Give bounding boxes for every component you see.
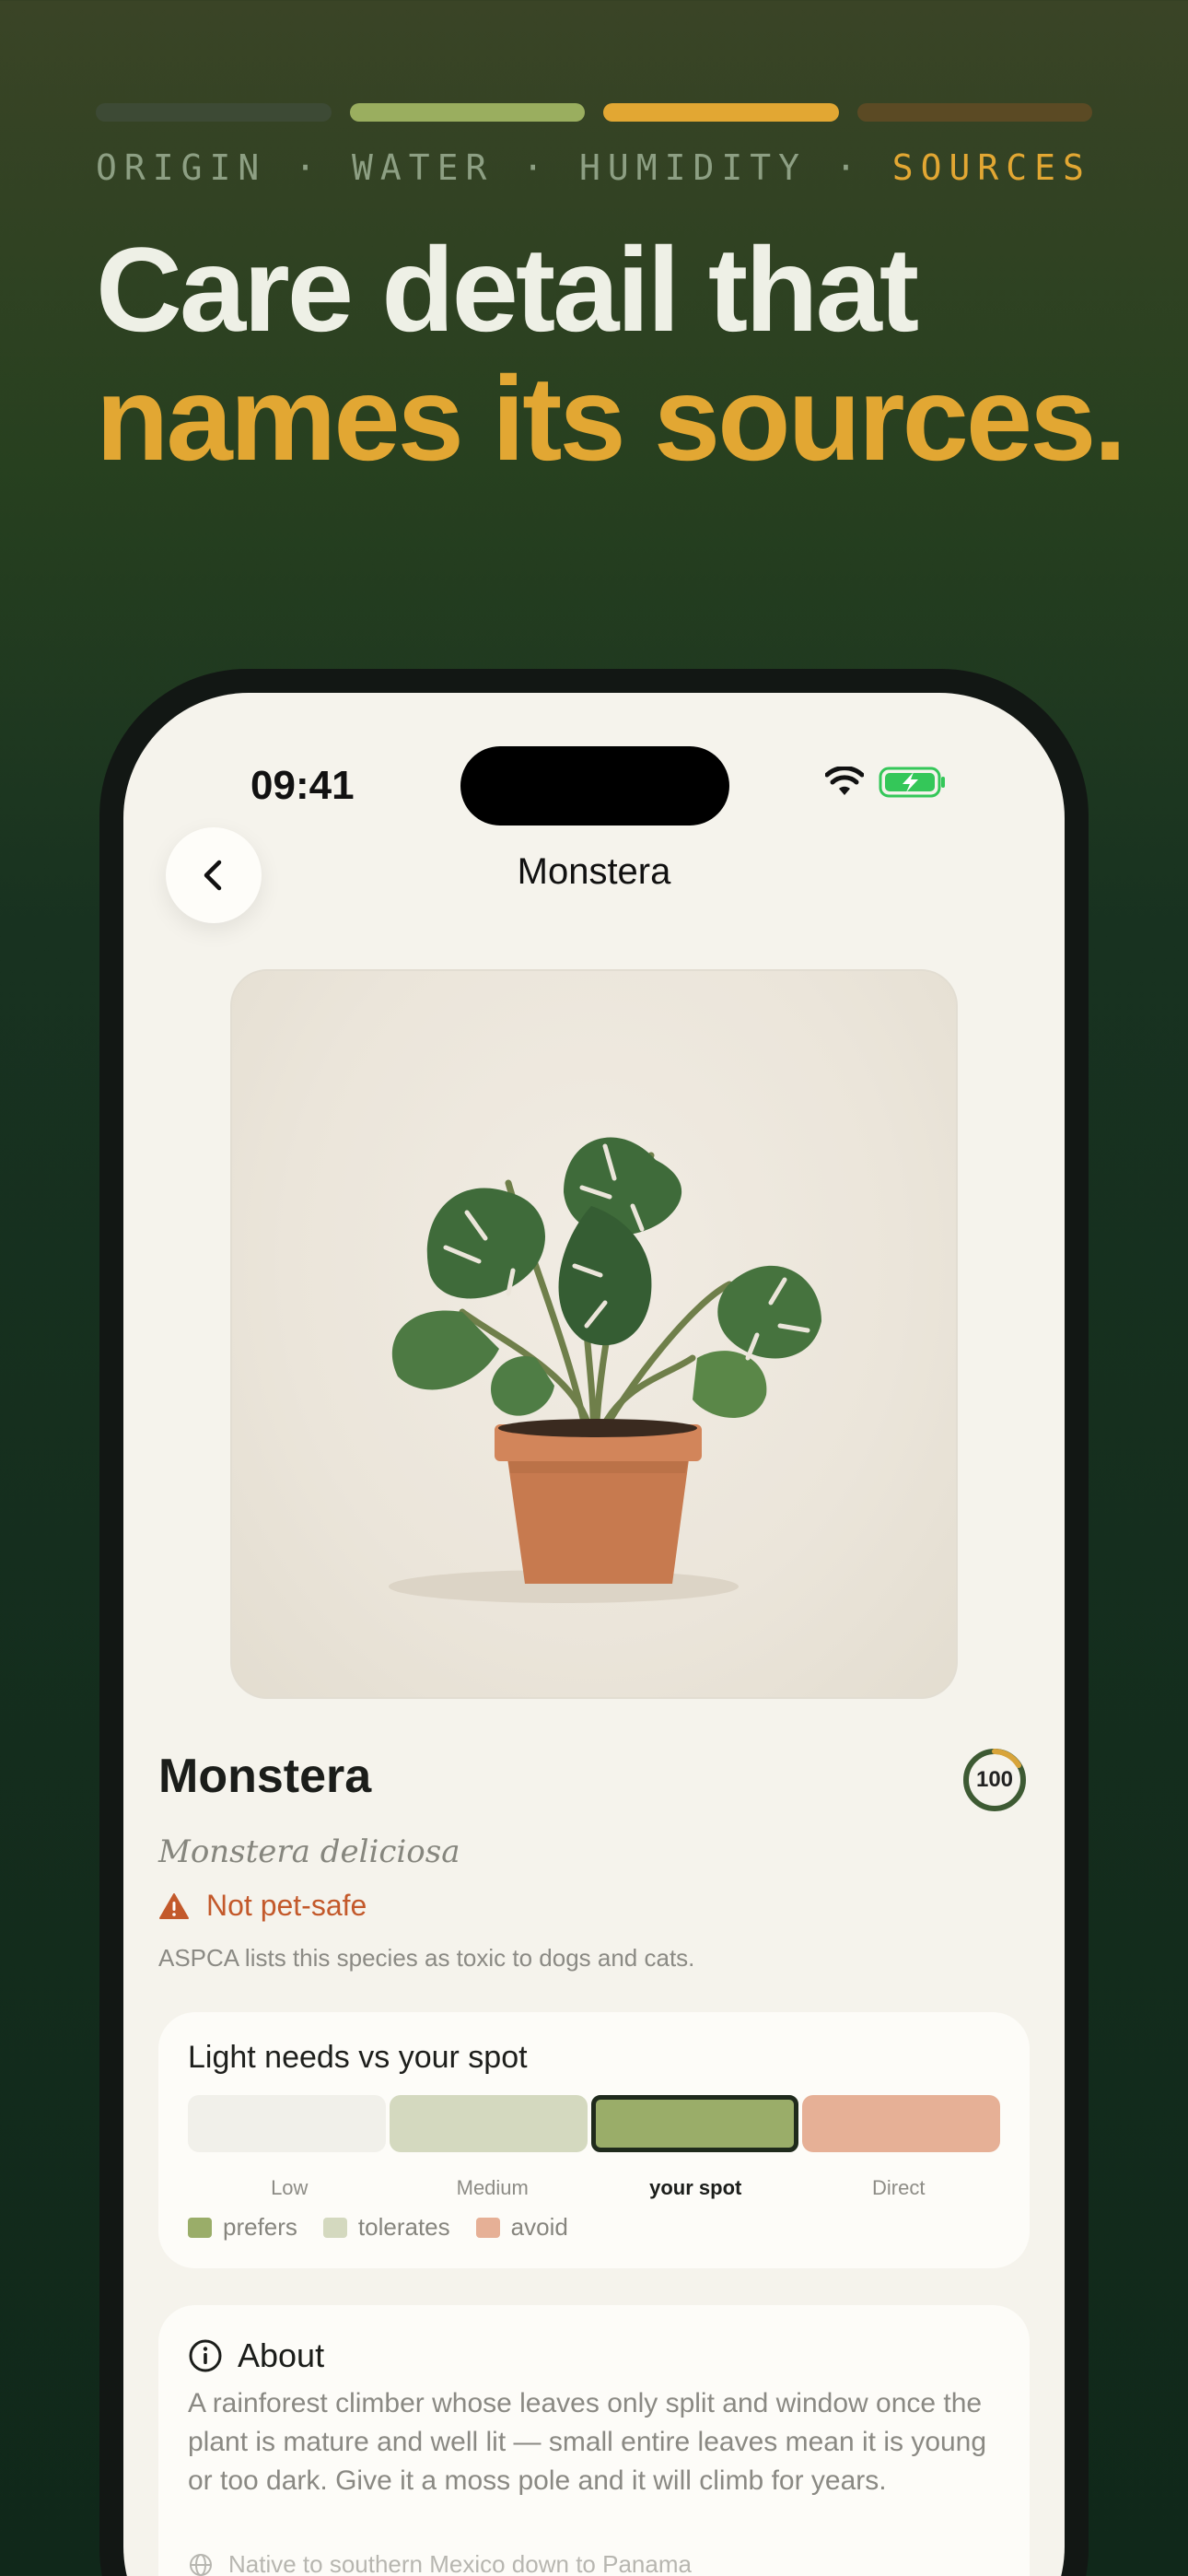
info-icon	[189, 2339, 222, 2372]
globe-icon	[190, 2553, 212, 2576]
step-origin: ORIGIN	[96, 147, 267, 188]
status-icons	[825, 767, 947, 798]
nav-title: Monstera	[517, 851, 671, 892]
progress-segment-origin	[96, 103, 332, 122]
progress-segment-sources	[856, 103, 1092, 122]
about-title: About	[238, 2336, 325, 2374]
about-card: About A rainforest climber whose leaves …	[158, 2305, 1030, 2576]
step-separator: ·	[522, 147, 552, 188]
progress-segment-humidity	[603, 103, 839, 122]
legend-label-avoid: avoid	[510, 2213, 568, 2241]
headline-line-2: names its sources.	[96, 351, 1127, 486]
step-humidity: HUMIDITY	[579, 147, 808, 188]
legend-avoid: avoid	[475, 2213, 568, 2242]
legend-swatch-tolerates	[322, 2217, 347, 2238]
plant-name: Monstera	[158, 1750, 372, 1803]
light-level-medium	[390, 2095, 588, 2152]
headline: Care detail that names its sources.	[96, 225, 1155, 483]
warning-label: Not pet-safe	[206, 1889, 367, 1922]
light-level-direct	[802, 2095, 1000, 2152]
battery-charging-icon	[879, 767, 945, 798]
progress-segment-water	[349, 103, 585, 122]
headline-line-1: Care detail that	[96, 222, 919, 357]
step-sources: SOURCES	[891, 147, 1091, 188]
about-text: A rainforest climber whose leaves only s…	[188, 2388, 987, 2496]
light-level-low	[188, 2095, 386, 2152]
dynamic-island	[460, 746, 729, 825]
legend-swatch-prefers	[188, 2217, 212, 2238]
legend-tolerates: tolerates	[322, 2213, 450, 2242]
step-water: WATER	[351, 147, 495, 188]
light-needs-card: Light needs vs your spot Low Medium your…	[158, 2012, 1030, 2268]
legend-label-prefers: prefers	[223, 2213, 297, 2241]
light-scale-labels: Low Medium your spot Direct	[188, 2176, 1000, 2200]
light-card-title: Light needs vs your spot	[188, 2040, 528, 2075]
legend-prefers: prefers	[188, 2213, 297, 2242]
onboarding-progress	[96, 103, 1092, 122]
legend-swatch-avoid	[475, 2217, 500, 2238]
step-separator: ·	[295, 147, 324, 188]
status-time: 09:41	[250, 763, 355, 808]
light-level-your-spot	[591, 2095, 798, 2152]
monstera-illustration	[389, 1137, 821, 1603]
wifi-icon	[825, 767, 864, 795]
step-separator: ·	[834, 147, 864, 188]
step-labels: ORIGIN · WATER · HUMIDITY · SOURCES	[96, 147, 1091, 188]
health-score-ring: 100	[961, 1747, 1028, 1813]
native-text: Native to southern Mexico down to Panama	[228, 2550, 692, 2576]
warning-triangle-icon	[159, 1892, 189, 1919]
phone-frame: 09:41 Monstera Monstera 100 Monstera del…	[99, 669, 1089, 2576]
light-legend: prefers tolerates avoid	[188, 2213, 568, 2242]
native-range: Native to southern Mexico down to Panama	[188, 2550, 692, 2576]
light-label-direct: Direct	[872, 2176, 926, 2199]
latin-name: Monstera deliciosa	[158, 1833, 460, 1870]
pet-safety-warning: Not pet-safe	[158, 1889, 367, 1923]
warning-note: ASPCA lists this species as toxic to dog…	[158, 1944, 695, 1972]
score-value: 100	[975, 1767, 1014, 1792]
light-label-low: Low	[271, 2176, 309, 2199]
light-scale	[188, 2095, 1000, 2152]
legend-label-tolerates: tolerates	[357, 2213, 450, 2241]
phone-screen: 09:41 Monstera Monstera 100 Monstera del…	[123, 693, 1065, 2576]
light-label-your-spot: your spot	[649, 2176, 742, 2199]
about-header: About	[188, 2336, 324, 2375]
plant-photo	[230, 969, 958, 1699]
light-label-medium: Medium	[456, 2176, 529, 2199]
